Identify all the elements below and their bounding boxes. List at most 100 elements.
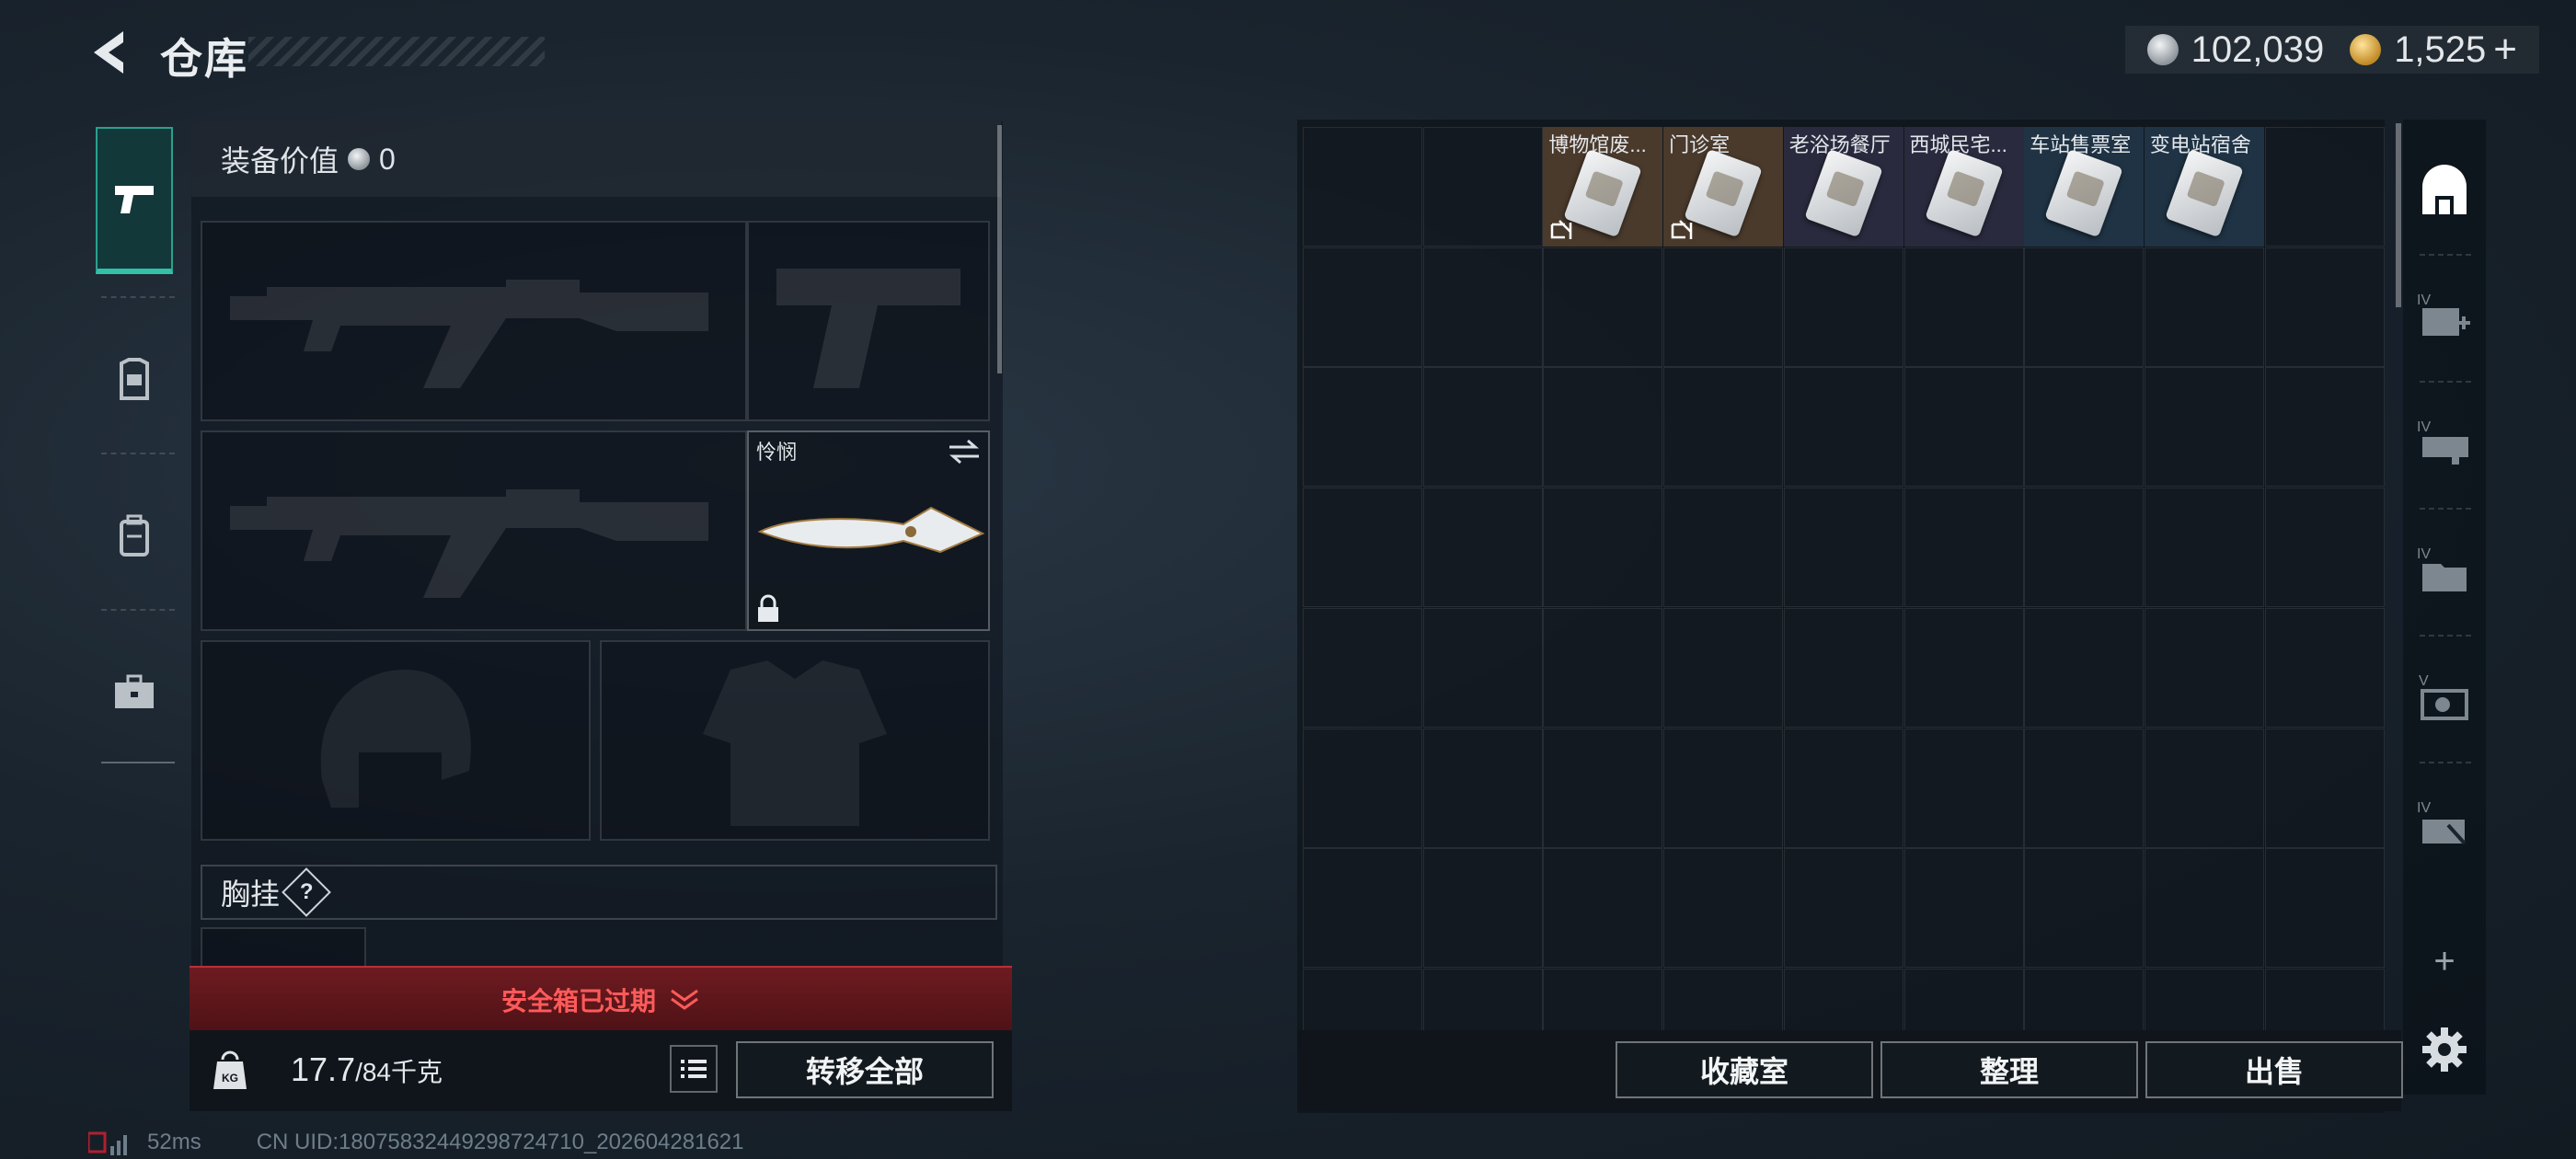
storage-cell[interactable] bbox=[1303, 367, 1422, 488]
storage-cell[interactable] bbox=[1903, 848, 2024, 969]
equipment-scrollbar[interactable] bbox=[997, 125, 1002, 373]
tab-backpack[interactable] bbox=[96, 462, 173, 609]
weight-max: /84千克 bbox=[355, 1058, 443, 1086]
add-storage-button[interactable]: + bbox=[2412, 911, 2477, 1012]
storage-cell[interactable] bbox=[1783, 848, 1903, 969]
storage-item[interactable]: 博物馆废... bbox=[1543, 127, 1663, 247]
storage-cell[interactable] bbox=[2264, 728, 2385, 848]
storage-item[interactable]: 西城民宅... bbox=[1903, 127, 2024, 247]
organize-button[interactable]: 整理 bbox=[1880, 1041, 2138, 1098]
gold-topup-button[interactable]: + bbox=[2493, 27, 2517, 73]
swap-icon[interactable] bbox=[948, 438, 981, 465]
storage-cell[interactable] bbox=[2144, 488, 2264, 608]
storage-cell[interactable] bbox=[1543, 848, 1663, 969]
storage-cell[interactable] bbox=[1303, 848, 1422, 969]
storage-cell[interactable] bbox=[1783, 247, 1903, 367]
tab-gear[interactable] bbox=[96, 305, 173, 453]
storage-scrollbar[interactable] bbox=[2396, 123, 2401, 307]
tab-toolbox[interactable] bbox=[96, 618, 173, 765]
settings-button[interactable] bbox=[2412, 999, 2477, 1100]
storage-item[interactable]: 门诊室 bbox=[1663, 127, 1784, 247]
storage-cell[interactable] bbox=[1663, 848, 1784, 969]
storage-cell[interactable] bbox=[1303, 728, 1422, 848]
storage-cell[interactable] bbox=[1663, 367, 1784, 488]
storage-cell[interactable] bbox=[1903, 367, 2024, 488]
storage-cell[interactable] bbox=[2264, 247, 2385, 367]
storage-item[interactable]: 车站售票室 bbox=[2024, 127, 2145, 247]
melee-slot[interactable]: 怜悯 bbox=[747, 430, 990, 631]
storage-cell[interactable] bbox=[1422, 728, 1543, 848]
melee-name: 怜悯 bbox=[756, 441, 798, 464]
storage-cell[interactable] bbox=[2264, 848, 2385, 969]
storage-cell[interactable] bbox=[1783, 367, 1903, 488]
list-view-button[interactable] bbox=[670, 1045, 718, 1093]
back-button[interactable] bbox=[85, 28, 140, 77]
storage-cell[interactable] bbox=[2144, 848, 2264, 969]
storage-cell[interactable] bbox=[2024, 247, 2145, 367]
sell-button[interactable]: 出售 bbox=[2145, 1041, 2403, 1098]
storage-cell[interactable] bbox=[1783, 607, 1903, 728]
storage-cell[interactable] bbox=[1543, 247, 1663, 367]
storage-cell[interactable] bbox=[1422, 848, 1543, 969]
storage-cell[interactable] bbox=[2144, 607, 2264, 728]
side-tab-main-storage[interactable] bbox=[2412, 140, 2477, 241]
storage-cell[interactable] bbox=[2024, 848, 2145, 969]
storage-cell[interactable] bbox=[1903, 728, 2024, 848]
tab-weapons[interactable] bbox=[96, 127, 173, 274]
side-tab-camera-case[interactable]: V bbox=[2412, 646, 2477, 747]
collection-room-button[interactable]: 收藏室 bbox=[1616, 1041, 1873, 1098]
storage-cell[interactable] bbox=[1543, 488, 1663, 608]
storage-cell[interactable] bbox=[1422, 127, 1543, 247]
storage-cell[interactable] bbox=[1543, 728, 1663, 848]
storage-cell[interactable] bbox=[2264, 127, 2385, 247]
safe-box-expired-banner[interactable]: 安全箱已过期 bbox=[190, 966, 1012, 1032]
storage-cell[interactable] bbox=[1303, 488, 1422, 608]
secondary-weapon-slot[interactable] bbox=[201, 430, 747, 631]
sidearm-slot[interactable] bbox=[747, 221, 990, 421]
storage-cell[interactable] bbox=[1903, 247, 2024, 367]
storage-cell[interactable] bbox=[1422, 247, 1543, 367]
storage-cell[interactable] bbox=[1903, 607, 2024, 728]
side-tab-tools-case[interactable]: IV bbox=[2412, 773, 2477, 874]
storage-cell[interactable] bbox=[2264, 367, 2385, 488]
storage-cell[interactable] bbox=[1663, 728, 1784, 848]
helmet-slot[interactable] bbox=[201, 640, 591, 841]
storage-cell[interactable] bbox=[2024, 728, 2145, 848]
storage-cell[interactable] bbox=[2264, 607, 2385, 728]
storage-cell[interactable] bbox=[1663, 488, 1784, 608]
storage-cell[interactable] bbox=[2024, 367, 2145, 488]
svg-text:IV: IV bbox=[2417, 546, 2431, 562]
help-icon[interactable]: ? bbox=[282, 867, 331, 917]
side-tab-gun-case[interactable]: IV bbox=[2412, 392, 2477, 493]
lock-icon bbox=[758, 594, 778, 622]
storage-cell[interactable] bbox=[2024, 607, 2145, 728]
transfer-all-button[interactable]: 转移全部 bbox=[736, 1041, 994, 1098]
side-tab-folder-case[interactable]: IV bbox=[2412, 519, 2477, 620]
storage-item[interactable]: 变电站宿舍 bbox=[2144, 127, 2264, 247]
primary-weapon-slot[interactable] bbox=[201, 221, 747, 421]
storage-cell[interactable] bbox=[1903, 488, 2024, 608]
keycard-icon bbox=[2044, 148, 2123, 238]
storage-cell[interactable] bbox=[2264, 488, 2385, 608]
storage-cell[interactable] bbox=[1303, 127, 1422, 247]
storage-cell[interactable] bbox=[1422, 367, 1543, 488]
armor-slot[interactable] bbox=[600, 640, 990, 841]
side-tab-add-case[interactable]: IV bbox=[2412, 265, 2477, 366]
storage-cell[interactable] bbox=[1663, 247, 1784, 367]
storage-cell[interactable] bbox=[1303, 247, 1422, 367]
storage-cell[interactable] bbox=[1422, 488, 1543, 608]
storage-item[interactable]: 老浴场餐厅 bbox=[1783, 127, 1903, 247]
storage-cell[interactable] bbox=[1422, 607, 1543, 728]
storage-cell[interactable] bbox=[2144, 247, 2264, 367]
storage-cell[interactable] bbox=[2024, 488, 2145, 608]
storage-cell[interactable] bbox=[1303, 607, 1422, 728]
case-folder-icon: IV bbox=[2417, 546, 2467, 591]
storage-cell[interactable] bbox=[2144, 367, 2264, 488]
storage-panel: 博物馆废... 门诊室 老浴场餐厅 西城民宅... 车站售票室 变电站宿舍 bbox=[1297, 120, 2385, 1113]
storage-cell[interactable] bbox=[1783, 488, 1903, 608]
storage-cell[interactable] bbox=[1663, 607, 1784, 728]
storage-cell[interactable] bbox=[1543, 607, 1663, 728]
storage-cell[interactable] bbox=[1543, 367, 1663, 488]
storage-cell[interactable] bbox=[1783, 728, 1903, 848]
storage-cell[interactable] bbox=[2144, 728, 2264, 848]
